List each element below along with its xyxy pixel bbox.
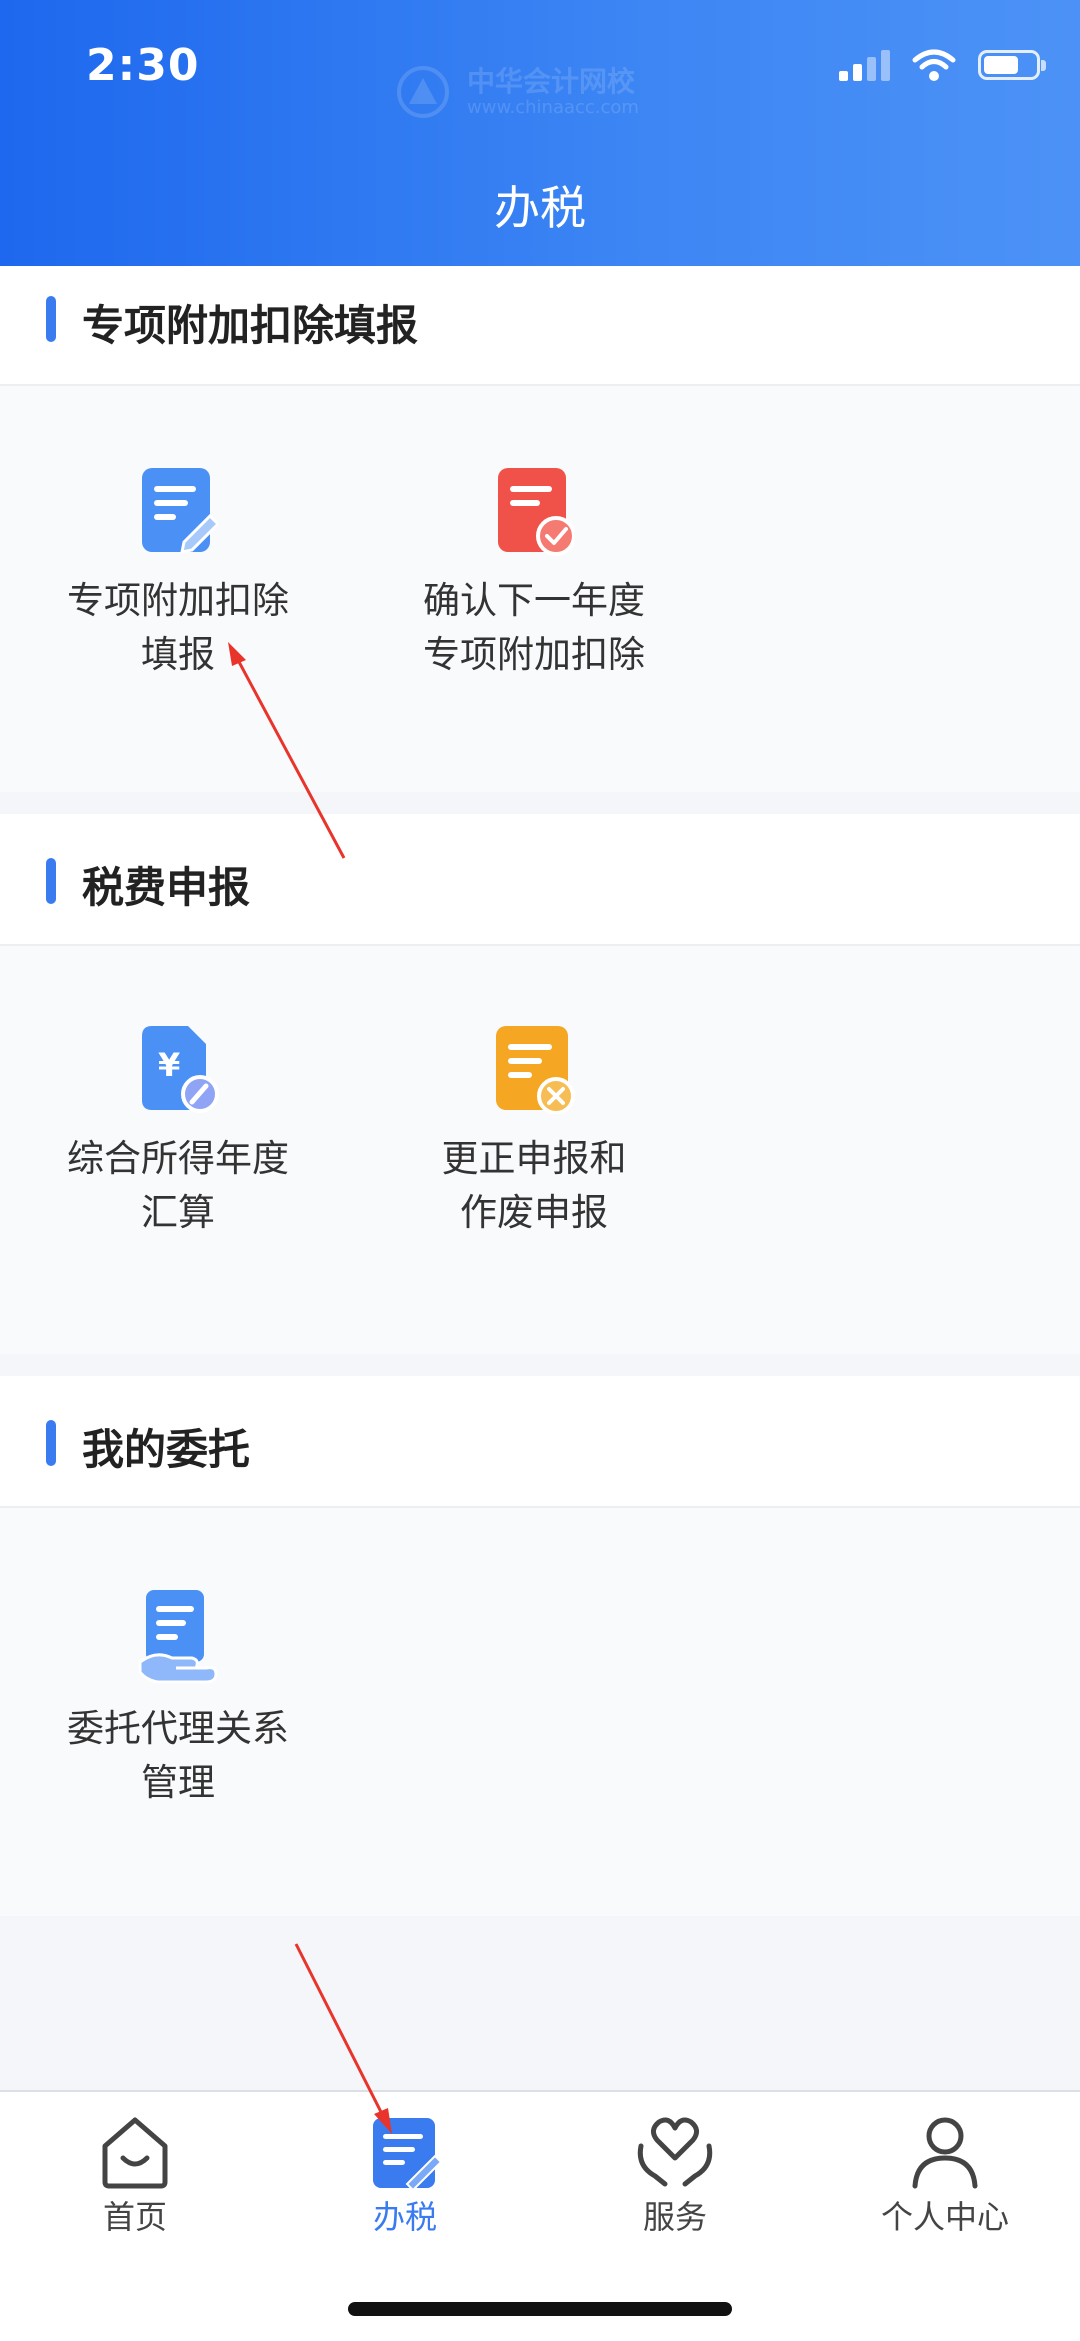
heart-hands-icon [637, 2117, 713, 2187]
nav-item-service[interactable]: 服务 [540, 2114, 810, 2238]
tile-annual-settlement[interactable]: ¥ 综合所得年度 汇算 [28, 1024, 328, 1240]
tile-correct-void-declaration[interactable]: 更正申报和 作废申报 [384, 1024, 684, 1240]
edit-document-icon [142, 468, 218, 554]
nav-item-home[interactable]: 首页 [0, 2114, 270, 2238]
nav-label-service: 服务 [642, 2198, 707, 2236]
nav-item-profile[interactable]: 个人中心 [810, 2114, 1080, 2238]
tile-confirm-next-year[interactable]: 确认下一年度 专项附加扣除 [384, 466, 684, 682]
section-title: 我的委托 [82, 1425, 251, 1474]
tile-label-line1: 委托代理关系 [67, 1707, 289, 1750]
tile-label-line1: 更正申报和 [441, 1137, 627, 1180]
nav-label-tax: 办税 [372, 2198, 437, 2236]
status-icons [839, 48, 1046, 82]
page-title: 办税 [494, 181, 586, 235]
section-title: 税费申报 [82, 863, 251, 912]
signal-icon [839, 49, 890, 81]
nav-label-profile: 个人中心 [880, 2198, 1009, 2236]
home-indicator [348, 2302, 732, 2316]
tile-delegation-management[interactable]: 委托代理关系 管理 [28, 1588, 328, 1810]
confirm-document-icon [498, 468, 574, 556]
tile-label-line2: 作废申报 [460, 1191, 608, 1234]
section-special-deduction: 专项附加扣除填报 专项附加扣除 填报 确认下一年度 专项附加扣除 [0, 266, 1080, 792]
section-accent-bar [46, 858, 56, 904]
yuan-document-icon: ¥ [142, 1026, 219, 1113]
wifi-icon [912, 49, 956, 81]
watermark-name: 中华会计网校 [467, 64, 636, 98]
delegate-document-icon [138, 1590, 218, 1684]
tile-label-line2: 填报 [141, 633, 215, 676]
annotation-arrow-line [294, 1943, 384, 2115]
tax-document-icon [373, 2118, 443, 2190]
nav-label-home: 首页 [102, 2198, 167, 2236]
tile-label-line2: 管理 [141, 1761, 215, 1804]
svg-text:¥: ¥ [158, 1046, 180, 1084]
section-tax-declaration: 税费申报 ¥ 综合所得年度 汇算 更正申报和 作废申报 [0, 814, 1080, 1354]
battery-icon [978, 50, 1046, 80]
person-icon [912, 2117, 978, 2189]
status-time: 2:30 [86, 40, 200, 91]
section-accent-bar [46, 1420, 56, 1466]
tile-label-line1: 专项附加扣除 [67, 579, 289, 622]
home-icon [102, 2117, 168, 2189]
nav-item-tax[interactable]: 办税 [270, 2114, 540, 2238]
tile-label-line2: 专项附加扣除 [423, 633, 645, 676]
section-accent-bar [46, 296, 56, 342]
section-my-delegation: 我的委托 委托代理关系 管理 [0, 1376, 1080, 1916]
watermark-logo-icon [397, 66, 449, 118]
watermark-url: www.chinaacc.com [467, 96, 639, 118]
tile-label-line2: 汇算 [141, 1191, 215, 1234]
app-header: 2:30 中华会计网校 www.chinaacc.com 办税 [0, 0, 1080, 266]
section-title: 专项附加扣除填报 [82, 301, 419, 350]
tile-label-line1: 确认下一年度 [423, 579, 645, 622]
tile-label-line1: 综合所得年度 [67, 1137, 289, 1180]
cancel-document-icon [496, 1026, 575, 1114]
tile-special-deduction-fill[interactable]: 专项附加扣除 填报 [28, 466, 328, 682]
watermark: 中华会计网校 www.chinaacc.com [395, 66, 639, 118]
